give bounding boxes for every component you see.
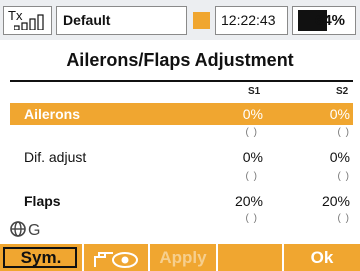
model-name: Default: [63, 12, 111, 28]
ok-button[interactable]: Ok: [284, 244, 360, 271]
battery-percent: 64%: [315, 12, 346, 29]
value-dif-adjust-s1[interactable]: 0%: [203, 149, 263, 165]
page-title: Ailerons/Flaps Adjustment: [66, 50, 294, 70]
signal-bars-icon: [14, 14, 44, 30]
sub-dif-adjust-s2: ( ): [337, 171, 350, 182]
sub-flaps-s2: ( ): [337, 213, 350, 224]
value-dif-adjust-s2[interactable]: 0%: [290, 149, 350, 165]
tx-signal-indicator: Tx: [3, 6, 52, 35]
model-name-box[interactable]: Default: [56, 6, 187, 35]
value-ailerons-s1[interactable]: 0%: [203, 106, 263, 122]
ok-button-label: Ok: [310, 247, 334, 267]
blank-button[interactable]: [218, 244, 284, 271]
value-flaps-s1[interactable]: 20%: [203, 193, 263, 209]
value-ailerons-s2[interactable]: 0%: [290, 106, 350, 122]
sym-button-frame: [3, 247, 77, 268]
clock-box: 12:22:43: [215, 6, 288, 35]
sym-button[interactable]: Sym.: [0, 244, 84, 271]
row-label-flaps: Flaps: [24, 193, 61, 209]
value-flaps-s2[interactable]: 20%: [290, 193, 350, 209]
status-bar: Tx Default 12:22:43 64%: [0, 0, 360, 40]
servo-view-button[interactable]: [84, 244, 150, 271]
sub-ailerons-s2: ( ): [337, 127, 350, 138]
servo-eye-icon: [94, 251, 138, 268]
sub-flaps-s1: ( ): [245, 213, 258, 224]
sub-ailerons-s1: ( ): [245, 127, 258, 138]
title-divider: [10, 80, 353, 82]
gyro-icon-letter: G: [28, 222, 40, 238]
row-label-dif-adjust: Dif. adjust: [24, 149, 87, 165]
battery-indicator: 64%: [292, 6, 356, 35]
row-label-ailerons: Ailerons: [24, 106, 81, 122]
apply-button[interactable]: Apply: [150, 244, 218, 271]
column-header-s1: S1: [248, 86, 261, 97]
apply-button-label: Apply: [159, 247, 207, 267]
clock: 12:22:43: [221, 12, 276, 28]
sub-dif-adjust-s1: ( ): [245, 171, 258, 182]
column-header-s2: S2: [336, 86, 349, 97]
footer-bar: Sym. Apply Ok: [0, 244, 360, 271]
status-square-icon: [193, 12, 210, 29]
gyro-icon: G: [10, 221, 40, 238]
